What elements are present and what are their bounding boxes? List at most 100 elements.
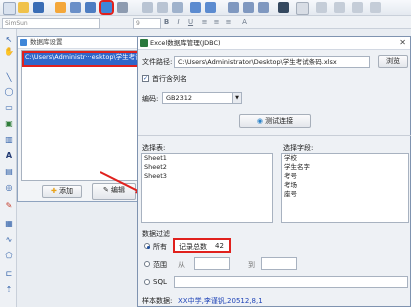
filter-sql-radio[interactable] <box>144 279 150 285</box>
open-icon[interactable] <box>18 2 29 13</box>
data-filter-label: 数据过滤 <box>142 230 170 238</box>
first-row-checkbox[interactable]: ✓ <box>142 75 149 82</box>
field-item[interactable]: 学校 <box>282 154 408 163</box>
polygon-icon[interactable]: ⬠ <box>4 251 14 261</box>
layout-icon[interactable]: ▦ <box>4 219 14 229</box>
add-label: 添加 <box>59 187 74 195</box>
browse-button[interactable]: 浏览 <box>378 55 408 68</box>
dialog-titlebar: 数据库设置 <box>18 37 144 49</box>
field-item[interactable]: 考号 <box>282 172 408 181</box>
add-button[interactable]: ✚ 添加 <box>42 185 82 198</box>
bracket-icon[interactable]: ⊏ <box>4 269 14 279</box>
align-center-icon[interactable]: ≡ <box>212 18 221 27</box>
curve-icon[interactable]: ∿ <box>4 235 14 245</box>
pan-icon[interactable]: ✋ <box>4 47 14 57</box>
filter-range-radio[interactable] <box>144 261 150 267</box>
italic-icon[interactable]: I <box>174 18 183 27</box>
zoom-out-icon[interactable] <box>243 2 254 13</box>
chevron-down-icon[interactable]: ▼ <box>232 92 242 104</box>
add-icon: ✚ <box>50 187 57 195</box>
font-combo[interactable]: SimSun <box>2 18 100 29</box>
font-size: 9 <box>136 20 140 27</box>
sql-input[interactable] <box>174 276 408 288</box>
align-right-icon[interactable]: ≡ <box>224 18 233 27</box>
field-item[interactable]: 学生名字 <box>282 163 408 172</box>
barcode-icon[interactable]: ▥ <box>4 135 14 145</box>
line-icon[interactable]: ╲ <box>4 73 14 83</box>
filter-sql-label: SQL <box>153 278 167 286</box>
image-icon[interactable]: ▣ <box>4 119 14 129</box>
group-icon[interactable] <box>370 2 381 13</box>
settings-icon[interactable] <box>55 2 66 13</box>
encoding-label: 编码: <box>142 95 159 103</box>
table-list[interactable]: Sheet1 Sheet2 Sheet3 <box>141 153 273 223</box>
data-source-item[interactable]: C:\Users\Administr···esktop\学生考试 <box>22 51 143 67</box>
text-icon[interactable]: A <box>4 151 14 161</box>
file-path-field[interactable]: C:\Users\Administrator\Desktop\学生考试条码.xl… <box>174 56 370 68</box>
preview-icon[interactable] <box>85 2 96 13</box>
globe-icon: ◉ <box>256 117 263 125</box>
redo-icon[interactable] <box>205 2 216 13</box>
test-connection-button[interactable]: ◉ 测试连接 <box>239 114 311 128</box>
test-connection-label: 测试连接 <box>265 117 294 125</box>
close-icon[interactable]: ✕ <box>399 37 406 49</box>
field-list[interactable]: 学校 学生名字 考号 考场 座号 <box>281 153 409 223</box>
underline-icon[interactable]: U <box>186 18 195 27</box>
ellipse-icon[interactable]: ◯ <box>4 87 14 97</box>
excel-dialog-title: Excel数据库管理(JDBC) <box>150 39 221 47</box>
pointer-icon[interactable]: ↖ <box>4 35 14 45</box>
data-source-list[interactable]: C:\Users\Administr···esktop\学生考试 <box>21 50 144 181</box>
select-table-label: 选择表: <box>142 144 166 152</box>
grid-icon[interactable] <box>296 2 309 15</box>
filter-all-radio[interactable] <box>144 243 150 249</box>
file-path-label: 文件路径: <box>142 58 173 66</box>
left-toolbox: ↖ ✋ ╲ ◯ ▭ ▣ ▥ A ▤ ◎ ✎ ▦ ∿ ⬠ ⊏ ⇡ <box>0 29 17 307</box>
range-to-input[interactable] <box>261 257 297 270</box>
field-item[interactable]: 考场 <box>282 181 408 190</box>
encoding-value: GB2312 <box>166 94 193 102</box>
table-item[interactable]: Sheet1 <box>142 154 272 163</box>
undo-icon[interactable] <box>190 2 201 13</box>
zoom-in-icon[interactable] <box>228 2 239 13</box>
first-row-label: 首行含列名 <box>152 75 187 83</box>
align-icon[interactable] <box>316 2 327 13</box>
app-icon <box>20 39 27 46</box>
filter-all-label: 所有 <box>153 243 167 251</box>
font-name: SimSun <box>5 20 28 27</box>
rectangle-icon[interactable]: ▭ <box>4 103 14 113</box>
database-settings-icon[interactable] <box>99 0 114 15</box>
table-item[interactable]: Sheet3 <box>142 172 272 181</box>
distribute-icon[interactable] <box>334 2 345 13</box>
layer-icon[interactable] <box>352 2 363 13</box>
text-color-icon[interactable]: A <box>240 18 249 27</box>
table-icon[interactable]: ▤ <box>4 167 14 177</box>
select-field-label: 选择字段: <box>283 144 314 152</box>
paste-icon[interactable] <box>172 2 183 13</box>
shape-icon[interactable]: ◎ <box>4 183 14 193</box>
dialog-title: 数据库设置 <box>30 38 63 46</box>
range-from-input[interactable] <box>194 257 230 270</box>
field-item[interactable]: 座号 <box>282 190 408 199</box>
from-label: 从 <box>178 261 185 269</box>
excel-icon <box>140 39 148 47</box>
export-icon[interactable] <box>117 2 128 13</box>
cut-icon[interactable] <box>142 2 153 13</box>
print-icon[interactable] <box>70 2 81 13</box>
encoding-select[interactable]: GB2312 <box>162 92 242 104</box>
record-total-value: 42 <box>215 242 224 250</box>
save-icon[interactable] <box>33 2 44 13</box>
record-total-label: 记录总数 <box>179 243 207 251</box>
copy-icon[interactable] <box>157 2 168 13</box>
arrow-up-icon[interactable]: ⇡ <box>4 285 14 295</box>
table-item[interactable]: Sheet2 <box>142 163 272 172</box>
record-total-box: 记录总数 42 <box>173 238 231 253</box>
draw-icon[interactable]: ✎ <box>4 201 14 211</box>
align-left-icon[interactable]: ≡ <box>200 18 209 27</box>
zoom-fit-icon[interactable] <box>258 2 269 13</box>
font-size-combo[interactable]: 9 <box>133 18 161 29</box>
new-icon[interactable] <box>3 2 16 15</box>
main-toolbar <box>0 0 411 16</box>
to-label: 到 <box>248 261 255 269</box>
qrcode-icon[interactable] <box>278 2 289 13</box>
bold-icon[interactable]: B <box>162 18 171 27</box>
